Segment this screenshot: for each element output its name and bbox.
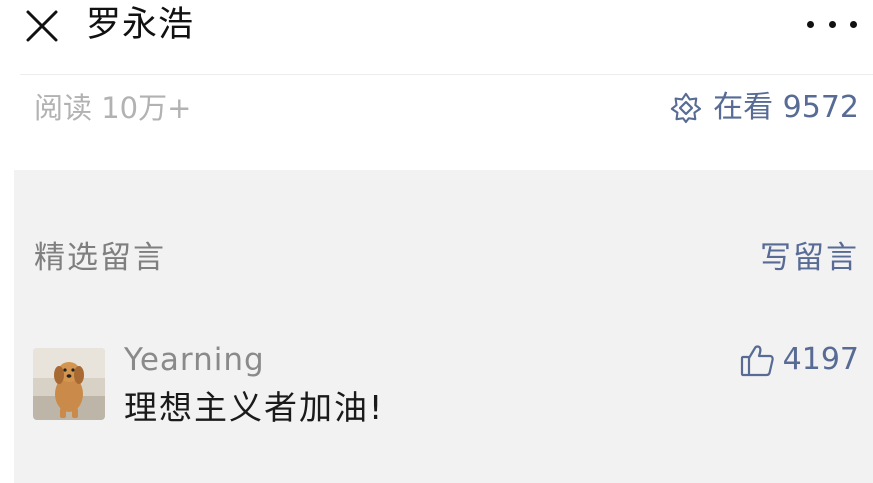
close-button[interactable]	[22, 6, 62, 46]
more-options-button[interactable]	[807, 8, 857, 40]
article-stats-bar: 阅读 10万+ 在看 9572	[0, 80, 873, 140]
read-count: 阅读 10万+	[34, 91, 192, 125]
thumbs-up-icon	[740, 345, 774, 377]
account-name-title: 罗永浩	[86, 5, 195, 45]
comments-section: 精选留言 写留言 Yearning 理想主义者加油! 4197	[14, 170, 873, 483]
comment-nickname: Yearning	[124, 342, 265, 378]
more-icon	[807, 20, 814, 28]
featured-comments-title: 精选留言	[34, 240, 166, 276]
like-count: 4197	[782, 342, 859, 377]
dog-avatar	[33, 348, 105, 420]
comment-item: Yearning 理想主义者加油! 4197	[14, 340, 873, 440]
avatar[interactable]	[33, 348, 105, 420]
close-icon	[26, 10, 58, 42]
like-button[interactable]: 4197	[739, 340, 859, 380]
top-nav-bar: 罗永浩	[0, 0, 873, 60]
watching-count: 在看 9572	[713, 90, 859, 125]
watch-flower-icon	[670, 92, 702, 124]
comment-text: 理想主义者加油!	[124, 388, 385, 427]
article-footer-page: 罗永浩 阅读 10万+ 在看 9572 精选留言 写留言 Yearning 理想…	[0, 0, 873, 483]
write-comment-link[interactable]: 写留言	[760, 238, 859, 278]
nav-divider	[20, 74, 873, 75]
watching-button[interactable]: 在看 9572	[669, 88, 859, 128]
